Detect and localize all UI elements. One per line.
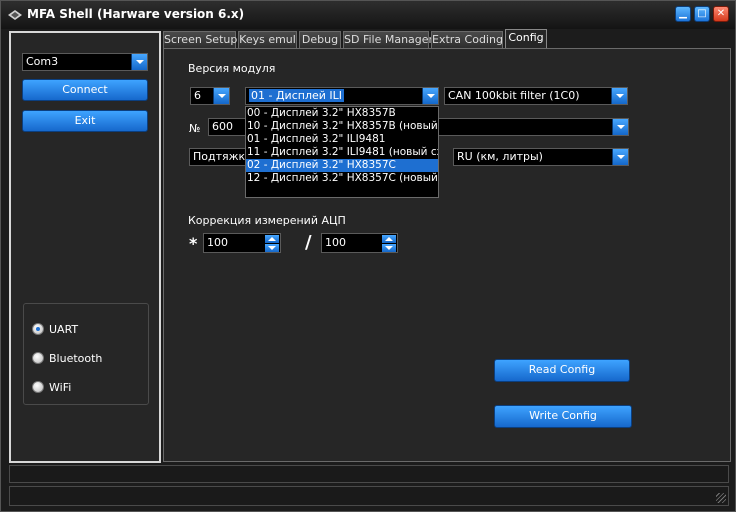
chevron-down-icon[interactable]	[213, 88, 229, 104]
multiply-symbol: *	[189, 234, 198, 253]
number-select-value: 600	[212, 120, 233, 133]
display-dropdown-list[interactable]: 00 - Дисплей 3.2" HX8357B 10 - Дисплей 3…	[245, 106, 439, 198]
multiply-value: 100	[207, 236, 228, 249]
display-select[interactable]: 01 - Дисплей ILI	[245, 87, 439, 105]
radio-dot-icon[interactable]	[32, 352, 44, 364]
dropdown-option[interactable]: 01 - Дисплей 3.2" ILI9481	[246, 133, 438, 146]
divide-stepper[interactable]: 100	[321, 233, 398, 253]
can-filter-select[interactable]: CAN 100kbit filter (1C0)	[444, 87, 628, 105]
chevron-down-icon[interactable]	[612, 149, 628, 165]
display-select-value: 01 - Дисплей ILI	[249, 89, 345, 102]
stepper-down-icon[interactable]	[265, 244, 279, 252]
exit-button[interactable]: Exit	[22, 110, 148, 132]
radio-dot-icon[interactable]	[32, 323, 44, 335]
radio-bluetooth-label: Bluetooth	[49, 352, 103, 365]
adc-correction-label: Коррекция измерений АЦП	[188, 214, 346, 227]
main-window: MFA Shell (Harware version 6.x) ▁ □ ✕ Co…	[0, 0, 736, 512]
close-button[interactable]: ✕	[713, 6, 729, 22]
window-title: MFA Shell (Harware version 6.x)	[27, 7, 245, 21]
bottom-bar	[9, 486, 729, 506]
tab-debug[interactable]: Debug	[299, 31, 341, 49]
tab-keys-emul[interactable]: Keys emul	[238, 31, 297, 49]
chevron-down-icon[interactable]	[611, 88, 627, 104]
app-icon	[8, 10, 22, 20]
port-select-value: Com3	[26, 55, 59, 68]
dropdown-option[interactable]: 12 - Дисплей 3.2" HX8357C (новый схе	[246, 172, 438, 185]
chevron-down-icon[interactable]	[131, 54, 147, 70]
tab-screen-setup[interactable]: Screen Setup	[163, 31, 237, 49]
stepper-down-icon[interactable]	[382, 244, 396, 252]
radio-uart-label: UART	[49, 323, 79, 336]
interface-radio-group: UART Bluetooth WiFi	[23, 303, 149, 405]
divide-symbol: /	[305, 232, 312, 253]
pull-select[interactable]: Подтяжка	[189, 148, 249, 166]
chevron-down-icon[interactable]	[612, 119, 628, 135]
stepper-up-icon[interactable]	[382, 235, 396, 243]
minimize-button[interactable]: ▁	[675, 6, 691, 22]
tab-sd-file-manager[interactable]: SD File Manager	[343, 31, 433, 49]
pull-select-value: Подтяжка	[193, 150, 249, 163]
connection-panel: Com3 Connect Exit UART Bluetooth WiFi	[9, 31, 161, 463]
module-version-label: Версия модуля	[188, 62, 276, 75]
tab-config[interactable]: Config	[505, 29, 547, 49]
version-select[interactable]: 6	[190, 87, 230, 105]
dropdown-option[interactable]: 00 - Дисплей 3.2" HX8357B	[246, 107, 438, 120]
stepper-up-icon[interactable]	[265, 235, 279, 243]
radio-dot-icon[interactable]	[32, 381, 44, 393]
divide-value: 100	[325, 236, 346, 249]
units-select-value: RU (км, литры)	[457, 150, 543, 163]
dropdown-option-selected[interactable]: 02 - Дисплей 3.2" HX8357C	[246, 159, 438, 172]
version-select-value: 6	[194, 89, 201, 102]
write-config-button[interactable]: Write Config	[494, 405, 632, 428]
title-bar[interactable]: MFA Shell (Harware version 6.x) ▁ □ ✕	[1, 1, 735, 29]
number-label: №	[189, 122, 201, 135]
status-bar	[9, 465, 729, 483]
multiply-stepper[interactable]: 100	[203, 233, 281, 253]
radio-wifi-label: WiFi	[49, 381, 72, 394]
can-filter-value: CAN 100kbit filter (1C0)	[448, 89, 580, 102]
tab-extra-coding[interactable]: Extra Coding	[431, 31, 503, 49]
maximize-button[interactable]: □	[694, 6, 710, 22]
connect-button[interactable]: Connect	[22, 79, 148, 101]
port-select[interactable]: Com3	[22, 53, 148, 71]
chevron-down-icon[interactable]	[422, 88, 438, 104]
dropdown-option[interactable]: 10 - Дисплей 3.2" HX8357B (новый схе	[246, 120, 438, 133]
dropdown-option[interactable]: 11 - Дисплей 3.2" ILI9481 (новый схем	[246, 146, 438, 159]
resize-grip-icon[interactable]	[716, 493, 726, 503]
read-config-button[interactable]: Read Config	[494, 359, 630, 382]
units-select[interactable]: RU (км, литры)	[453, 148, 629, 166]
